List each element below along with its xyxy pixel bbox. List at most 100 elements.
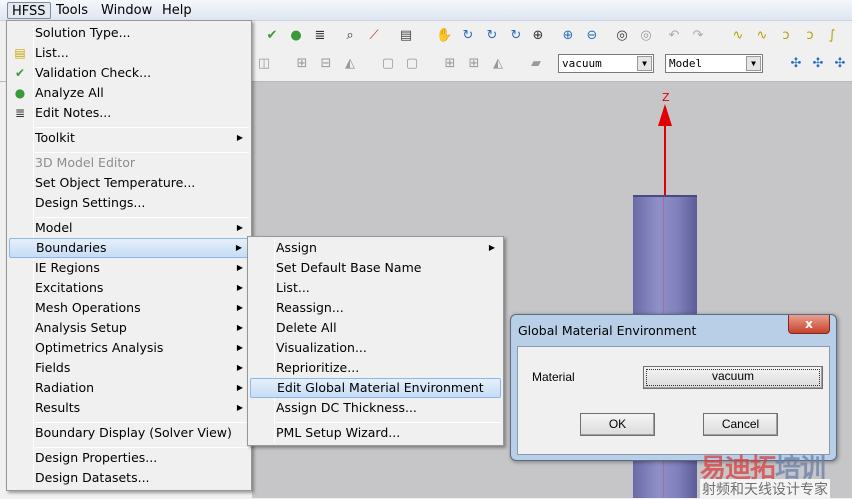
menu-item-radiation[interactable]: Radiation ▶ bbox=[9, 378, 249, 398]
pan-icon[interactable]: ✋ bbox=[436, 28, 452, 44]
dialog-title: Global Material Environment bbox=[518, 323, 697, 338]
imprint-icon[interactable]: ⊟ bbox=[318, 56, 334, 72]
analyze-icon[interactable]: ● bbox=[288, 28, 304, 44]
submenu-arrow-icon: ▶ bbox=[236, 343, 243, 352]
menu-help[interactable]: Help bbox=[158, 2, 196, 19]
menu-item-results[interactable]: Results ▶ bbox=[9, 398, 249, 418]
split-icon[interactable]: ⊞ bbox=[294, 56, 310, 72]
cancel-button[interactable]: Cancel bbox=[703, 413, 778, 436]
zoom-in-icon[interactable]: ⊕ bbox=[560, 28, 576, 44]
menu-item-label: Assign bbox=[276, 240, 317, 255]
fit-all-icon[interactable]: ◎ bbox=[614, 28, 630, 44]
chevron-down-icon[interactable]: ▼ bbox=[746, 56, 761, 71]
validate-icon[interactable]: ✔ bbox=[264, 28, 280, 44]
menu-item-boundary-display-solver-view[interactable]: Boundary Display (Solver View) bbox=[9, 423, 249, 443]
menu-item-delete-all[interactable]: Delete All bbox=[250, 318, 501, 338]
menu-item-model[interactable]: Model ▶ bbox=[9, 218, 249, 238]
relative-cs-icon[interactable]: ✣ bbox=[810, 56, 826, 72]
menu-item-design-settings[interactable]: Design Settings... bbox=[9, 193, 249, 213]
chevron-down-icon[interactable]: ▼ bbox=[637, 56, 652, 71]
zoom-out-icon[interactable]: ⊖ bbox=[584, 28, 600, 44]
material-combo[interactable]: vacuum ▼ bbox=[558, 54, 654, 73]
layer-icon[interactable]: ▰ bbox=[528, 56, 544, 72]
menu-item-label: PML Setup Wizard... bbox=[276, 425, 401, 440]
material-label: Material bbox=[532, 370, 575, 384]
report-icon[interactable]: ▤ bbox=[398, 28, 414, 44]
draw-equation-icon[interactable]: ∫ bbox=[824, 28, 840, 44]
submenu-arrow-icon: ▶ bbox=[236, 223, 243, 232]
submenu-arrow-icon: ▶ bbox=[236, 133, 243, 142]
menu-tools[interactable]: Tools bbox=[52, 2, 92, 19]
menu-hfss[interactable]: HFSS bbox=[7, 2, 51, 19]
close-button[interactable]: x bbox=[788, 315, 830, 334]
face-cs-icon[interactable]: ✣ bbox=[832, 56, 848, 72]
menu-item-boundaries[interactable]: Boundaries ▶ bbox=[9, 238, 249, 258]
menu-item-3d-model-editor[interactable]: 3D Model Editor bbox=[9, 153, 249, 173]
menu-window[interactable]: Window bbox=[97, 2, 156, 19]
menu-item-toolkit[interactable]: Toolkit ▶ bbox=[9, 128, 249, 148]
validation-check-icon: ✔ bbox=[14, 66, 26, 80]
menu-item-mesh-operations[interactable]: Mesh Operations ▶ bbox=[9, 298, 249, 318]
menu-item-pml-setup-wizard[interactable]: PML Setup Wizard... bbox=[250, 423, 501, 443]
draw-spline-icon[interactable]: ∿ bbox=[754, 28, 770, 44]
redo-view-icon[interactable]: ↷ bbox=[690, 28, 706, 44]
box-icon[interactable]: ▢ bbox=[380, 56, 396, 72]
menu-item-optimetrics-analysis[interactable]: Optimetrics Analysis ▶ bbox=[9, 338, 249, 358]
menu-item-reprioritize[interactable]: Reprioritize... bbox=[250, 358, 501, 378]
menu-item-list[interactable]: ▤ List... bbox=[9, 43, 249, 63]
notes-icon[interactable]: ≣ bbox=[312, 28, 328, 44]
menu-item-design-properties[interactable]: Design Properties... bbox=[9, 448, 249, 468]
menu-item-label: Solution Type... bbox=[35, 25, 131, 40]
draw-line-icon[interactable]: ∿ bbox=[730, 28, 746, 44]
rotate-axis-icon[interactable]: ↻ bbox=[484, 28, 500, 44]
menu-item-assign[interactable]: Assign ▶ bbox=[250, 238, 501, 258]
menu-item-solution-type[interactable]: Solution Type... bbox=[9, 23, 249, 43]
menu-item-label: Set Default Base Name bbox=[276, 260, 422, 275]
unite-icon[interactable]: ◫ bbox=[256, 56, 272, 72]
menu-item-label: Delete All bbox=[276, 320, 337, 335]
move-icon[interactable]: ⊞ bbox=[442, 56, 458, 72]
submenu-arrow-icon: ▶ bbox=[236, 263, 243, 272]
ok-button[interactable]: OK bbox=[580, 413, 655, 436]
menu-item-label: Set Object Temperature... bbox=[35, 175, 196, 190]
menu-item-label: Excitations bbox=[35, 280, 104, 295]
sheet-icon[interactable]: ▢ bbox=[404, 56, 420, 72]
duplicate-icon[interactable]: ⊞ bbox=[466, 56, 482, 72]
list-icon: ▤ bbox=[14, 46, 26, 60]
menu-item-visualization[interactable]: Visualization... bbox=[250, 338, 501, 358]
menu-item-reassign[interactable]: Reassign... bbox=[250, 298, 501, 318]
submenu-arrow-icon: ▶ bbox=[236, 383, 243, 392]
mirror-icon[interactable]: ◭ bbox=[342, 56, 358, 72]
menu-item-design-datasets[interactable]: Design Datasets... bbox=[9, 468, 249, 488]
menu-item-analyze-all[interactable]: ● Analyze All bbox=[9, 83, 249, 103]
menu-item-edit-global-material-environment[interactable]: Edit Global Material Environment bbox=[250, 378, 501, 398]
menu-item-set-object-temperature[interactable]: Set Object Temperature... bbox=[9, 173, 249, 193]
global-material-environment-dialog: Global Material Environment x Material v… bbox=[510, 314, 837, 461]
submenu-arrow-icon: ▶ bbox=[236, 323, 243, 332]
menu-item-label: Design Datasets... bbox=[35, 470, 150, 485]
menu-item-excitations[interactable]: Excitations ▶ bbox=[9, 278, 249, 298]
menu-item-ie-regions[interactable]: IE Regions ▶ bbox=[9, 258, 249, 278]
menu-item-assign-dc-thickness[interactable]: Assign DC Thickness... bbox=[250, 398, 501, 418]
menu-item-label: Edit Global Material Environment bbox=[277, 380, 484, 395]
menu-item-list[interactable]: List... bbox=[250, 278, 501, 298]
menu-item-set-default-base-name[interactable]: Set Default Base Name bbox=[250, 258, 501, 278]
menu-item-fields[interactable]: Fields ▶ bbox=[9, 358, 249, 378]
view-combo[interactable]: Model ▼ bbox=[665, 54, 763, 73]
probe-icon[interactable]: ⌕ bbox=[342, 28, 358, 44]
menu-item-analysis-setup[interactable]: Analysis Setup ▶ bbox=[9, 318, 249, 338]
menu-item-label: Visualization... bbox=[276, 340, 367, 355]
duplicate-mirror-icon[interactable]: ◭ bbox=[490, 56, 506, 72]
rotate-center-icon[interactable]: ↻ bbox=[508, 28, 524, 44]
plot-icon[interactable]: ⟋ bbox=[366, 28, 382, 44]
coord-system-icon[interactable]: ✣ bbox=[788, 56, 804, 72]
fit-selection-icon[interactable]: ◎ bbox=[638, 28, 654, 44]
menu-item-validation-check[interactable]: ✔ Validation Check... bbox=[9, 63, 249, 83]
material-select-button[interactable]: vacuum bbox=[643, 366, 823, 389]
rotate-icon[interactable]: ↻ bbox=[460, 28, 476, 44]
draw-center-arc-icon[interactable]: ↄ bbox=[802, 28, 818, 44]
undo-view-icon[interactable]: ↶ bbox=[666, 28, 682, 44]
menu-item-edit-notes[interactable]: ≣ Edit Notes... bbox=[9, 103, 249, 123]
zoom-icon[interactable]: ⊕ bbox=[530, 28, 546, 44]
draw-arc-icon[interactable]: ↄ bbox=[778, 28, 794, 44]
